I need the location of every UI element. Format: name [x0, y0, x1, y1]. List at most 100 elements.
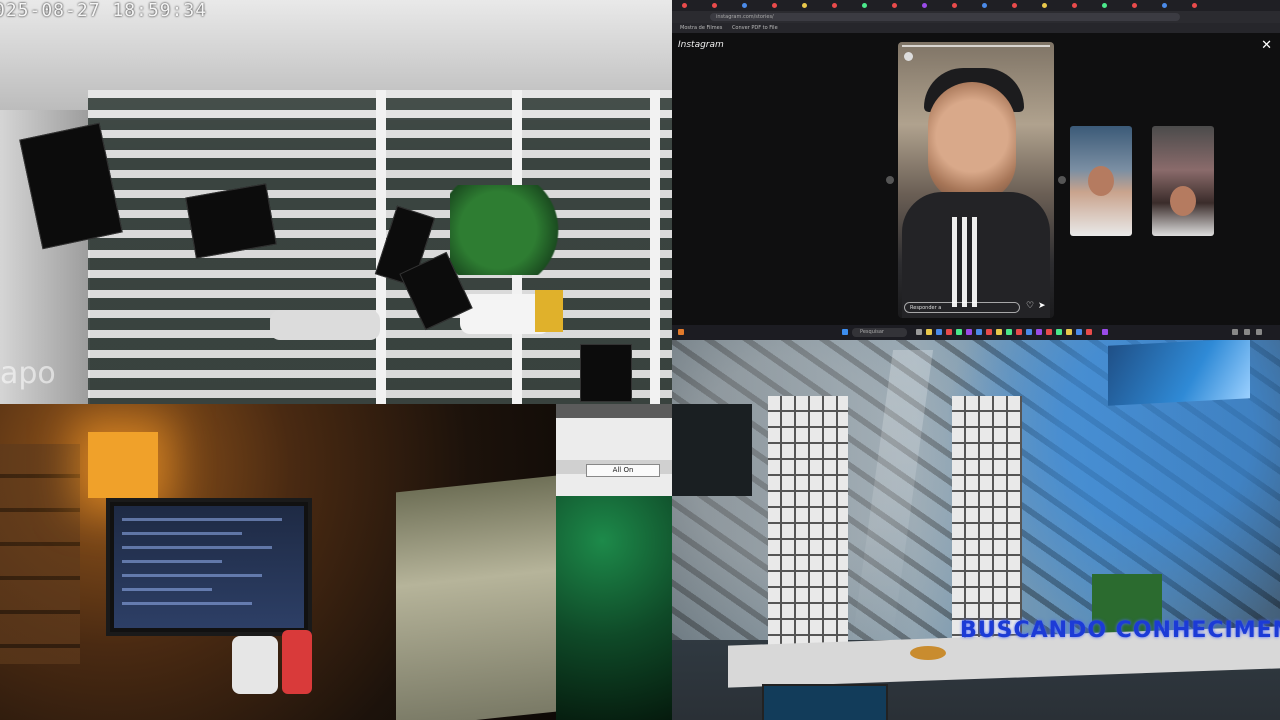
monitor-screen — [114, 506, 304, 628]
weather-icon[interactable] — [678, 329, 684, 335]
tree — [450, 185, 570, 275]
all-on-button[interactable]: All On — [586, 464, 660, 477]
story-progress-bar — [902, 45, 1050, 47]
send-icon[interactable]: ➤ — [1038, 301, 1046, 311]
clock-icon[interactable] — [1256, 329, 1262, 335]
app-icon[interactable] — [1066, 329, 1072, 335]
story-viewer[interactable]: Responder a ♡ ➤ — [898, 42, 1054, 318]
tab-icon[interactable] — [832, 3, 837, 8]
tab-icon[interactable] — [1042, 3, 1047, 8]
tab-icon[interactable] — [1132, 3, 1137, 8]
instagram-logo[interactable]: Instagram — [678, 40, 724, 50]
previous-story-arrow[interactable] — [886, 176, 894, 184]
app-icon[interactable] — [1102, 329, 1108, 335]
coaster — [910, 646, 946, 660]
mailbox — [535, 290, 563, 332]
app-icon[interactable] — [916, 329, 922, 335]
small-monitor — [762, 684, 888, 720]
folder-icon[interactable] — [926, 329, 932, 335]
app-icon[interactable] — [936, 329, 942, 335]
system-tray-icon[interactable] — [1232, 329, 1238, 335]
close-icon[interactable]: ✕ — [1261, 38, 1272, 53]
app-icon[interactable] — [976, 329, 982, 335]
bottle — [282, 630, 312, 694]
mug — [232, 636, 278, 694]
second-monitor — [396, 475, 556, 720]
windows-taskbar: Pesquisar — [672, 325, 1280, 340]
story-thumbnail[interactable] — [1070, 126, 1132, 236]
url-input[interactable]: instagram.com/stories/ — [710, 13, 1180, 21]
tab-icon[interactable] — [712, 3, 717, 8]
system-tray-icon[interactable] — [1244, 329, 1250, 335]
story-thumbnail[interactable] — [1152, 126, 1214, 236]
camera-feed-fragment — [672, 404, 752, 496]
tab-icon[interactable] — [1162, 3, 1167, 8]
tab-icon[interactable] — [982, 3, 987, 8]
glass-door — [952, 396, 1022, 646]
tab-icon[interactable] — [1072, 3, 1077, 8]
tab-icon[interactable] — [742, 3, 747, 8]
screen-row — [122, 560, 222, 563]
bookmark-item[interactable]: Conver PDF to File — [732, 25, 778, 31]
screen-row — [122, 574, 262, 577]
lamp — [88, 432, 158, 498]
face — [928, 82, 1016, 202]
overlay-caption: BUSCANDO CONHECIMENTO — [960, 618, 1280, 643]
camera-feed-green — [556, 496, 672, 720]
app-icon[interactable] — [946, 329, 952, 335]
fence-post — [650, 90, 660, 404]
camera-feed-street: 025-08-27 18:59:34 apo — [0, 0, 672, 404]
camera-timestamp: 025-08-27 18:59:34 — [0, 0, 208, 21]
camera-watermark: apo — [0, 356, 56, 391]
screen-row — [122, 602, 252, 605]
face — [1088, 166, 1114, 196]
app-icon[interactable] — [956, 329, 962, 335]
glass-door — [768, 396, 848, 646]
screen-row — [122, 532, 242, 535]
app-icon[interactable] — [1086, 329, 1092, 335]
next-story-arrow[interactable] — [1058, 176, 1066, 184]
browser-tab-bar[interactable] — [672, 0, 1280, 11]
tab-icon[interactable] — [952, 3, 957, 8]
hoodie-stripe — [972, 217, 977, 307]
tab-icon[interactable] — [1192, 3, 1197, 8]
bookmark-item[interactable]: Mostra de Filmes — [680, 25, 722, 31]
app-icon[interactable] — [1036, 329, 1042, 335]
tab-icon[interactable] — [922, 3, 927, 8]
reply-input[interactable]: Responder a — [904, 302, 1020, 313]
tab-icon[interactable] — [1102, 3, 1107, 8]
shelf — [0, 444, 80, 664]
face — [1170, 186, 1196, 216]
app-icon[interactable] — [966, 329, 972, 335]
taskbar-search-input[interactable]: Pesquisar — [852, 328, 907, 337]
tab-icon[interactable] — [892, 3, 897, 8]
app-icon[interactable] — [1056, 329, 1062, 335]
screen-row — [122, 546, 272, 549]
avatar[interactable] — [904, 52, 913, 61]
browser-window: instagram.com/stories/ Mostra de Filmes … — [672, 0, 1280, 340]
screen-row — [122, 588, 212, 591]
desk-monitor — [106, 498, 312, 636]
app-icon[interactable] — [1076, 329, 1082, 335]
heart-icon[interactable]: ♡ — [1026, 301, 1034, 311]
hoodie-stripe — [952, 217, 957, 307]
app-icon[interactable] — [1016, 329, 1022, 335]
app-icon[interactable] — [986, 329, 992, 335]
tab-icon[interactable] — [1012, 3, 1017, 8]
start-icon[interactable] — [842, 329, 848, 335]
camera-feed-studio: BUSCANDO CONHECIMENTO — [672, 340, 1280, 720]
app-icon[interactable] — [1026, 329, 1032, 335]
tab-icon[interactable] — [682, 3, 687, 8]
app-icon[interactable] — [996, 329, 1002, 335]
app-icon[interactable] — [1006, 329, 1012, 335]
app-icon[interactable] — [1046, 329, 1052, 335]
camera-feed-desk — [0, 404, 556, 720]
wall-tv — [1108, 340, 1250, 406]
tab-icon[interactable] — [772, 3, 777, 8]
tab-icon[interactable] — [862, 3, 867, 8]
hanging-object — [580, 344, 632, 402]
bookmarks-bar: Mostra de Filmes Conver PDF to File — [672, 23, 1280, 33]
screen-row — [122, 518, 282, 521]
tab-icon[interactable] — [802, 3, 807, 8]
parked-car — [270, 310, 380, 340]
